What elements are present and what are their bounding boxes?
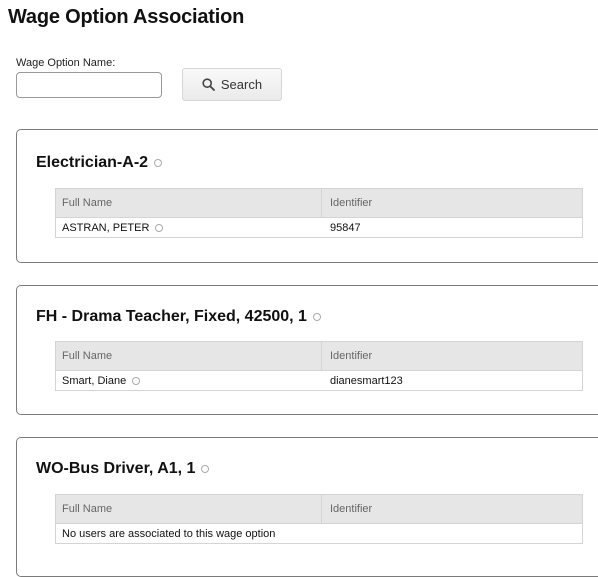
full-name-cell: ASTRAN, PETER (56, 218, 322, 237)
info-icon[interactable] (201, 465, 210, 473)
column-header-identifier[interactable]: Identifier (322, 495, 582, 523)
page-title: Wage Option Association (8, 6, 245, 28)
info-icon[interactable] (154, 159, 163, 167)
wage-option-title-text: Electrician-A-2 (36, 154, 149, 171)
wage-option-title: FH - Drama Teacher, Fixed, 42500, 1 (36, 308, 321, 326)
wage-option-title: Electrician-A-2 (36, 154, 163, 172)
users-table: Full Name Identifier Smart, Diane dianes… (55, 341, 583, 391)
identifier-cell: dianesmart123 (330, 374, 403, 387)
table-header: Full Name Identifier (56, 342, 582, 371)
wage-option-title-text: FH - Drama Teacher, Fixed, 42500, 1 (36, 308, 307, 325)
info-icon[interactable] (155, 223, 164, 232)
info-icon[interactable] (132, 376, 141, 385)
column-header-identifier[interactable]: Identifier (322, 189, 582, 217)
column-header-full-name[interactable]: Full Name (56, 342, 322, 370)
table-row: Smart, Diane dianesmart123 (56, 371, 582, 390)
wage-option-name-label: Wage Option Name: (16, 57, 116, 69)
column-header-full-name[interactable]: Full Name (56, 189, 322, 217)
empty-message: No users are associated to this wage opt… (56, 524, 582, 543)
column-header-identifier[interactable]: Identifier (322, 342, 582, 370)
info-icon[interactable] (312, 313, 321, 321)
search-button[interactable]: Search (182, 68, 282, 101)
wage-option-title: WO-Bus Driver, A1, 1 (36, 460, 210, 478)
wage-option-card: Electrician-A-2 Full Name Identifier AST… (16, 129, 598, 263)
search-button-label: Search (220, 77, 263, 92)
full-name-cell: Smart, Diane (56, 371, 322, 390)
table-header: Full Name Identifier (56, 495, 582, 524)
full-name-value: Smart, Diane (62, 374, 127, 387)
wage-option-name-input[interactable] (16, 72, 162, 98)
users-table: Full Name Identifier ASTRAN, PETER 95847 (55, 188, 583, 238)
wage-option-card: FH - Drama Teacher, Fixed, 42500, 1 Full… (16, 285, 598, 415)
table-row: ASTRAN, PETER 95847 (56, 218, 582, 237)
search-icon (202, 78, 215, 91)
wage-option-card: WO-Bus Driver, A1, 1 Full Name Identifie… (16, 437, 598, 577)
users-table: Full Name Identifier No users are associ… (55, 494, 583, 544)
wage-option-title-text: WO-Bus Driver, A1, 1 (36, 460, 196, 477)
table-header: Full Name Identifier (56, 189, 582, 218)
identifier-cell: 95847 (330, 221, 361, 234)
column-header-full-name[interactable]: Full Name (56, 495, 322, 523)
full-name-value: ASTRAN, PETER (62, 221, 150, 234)
